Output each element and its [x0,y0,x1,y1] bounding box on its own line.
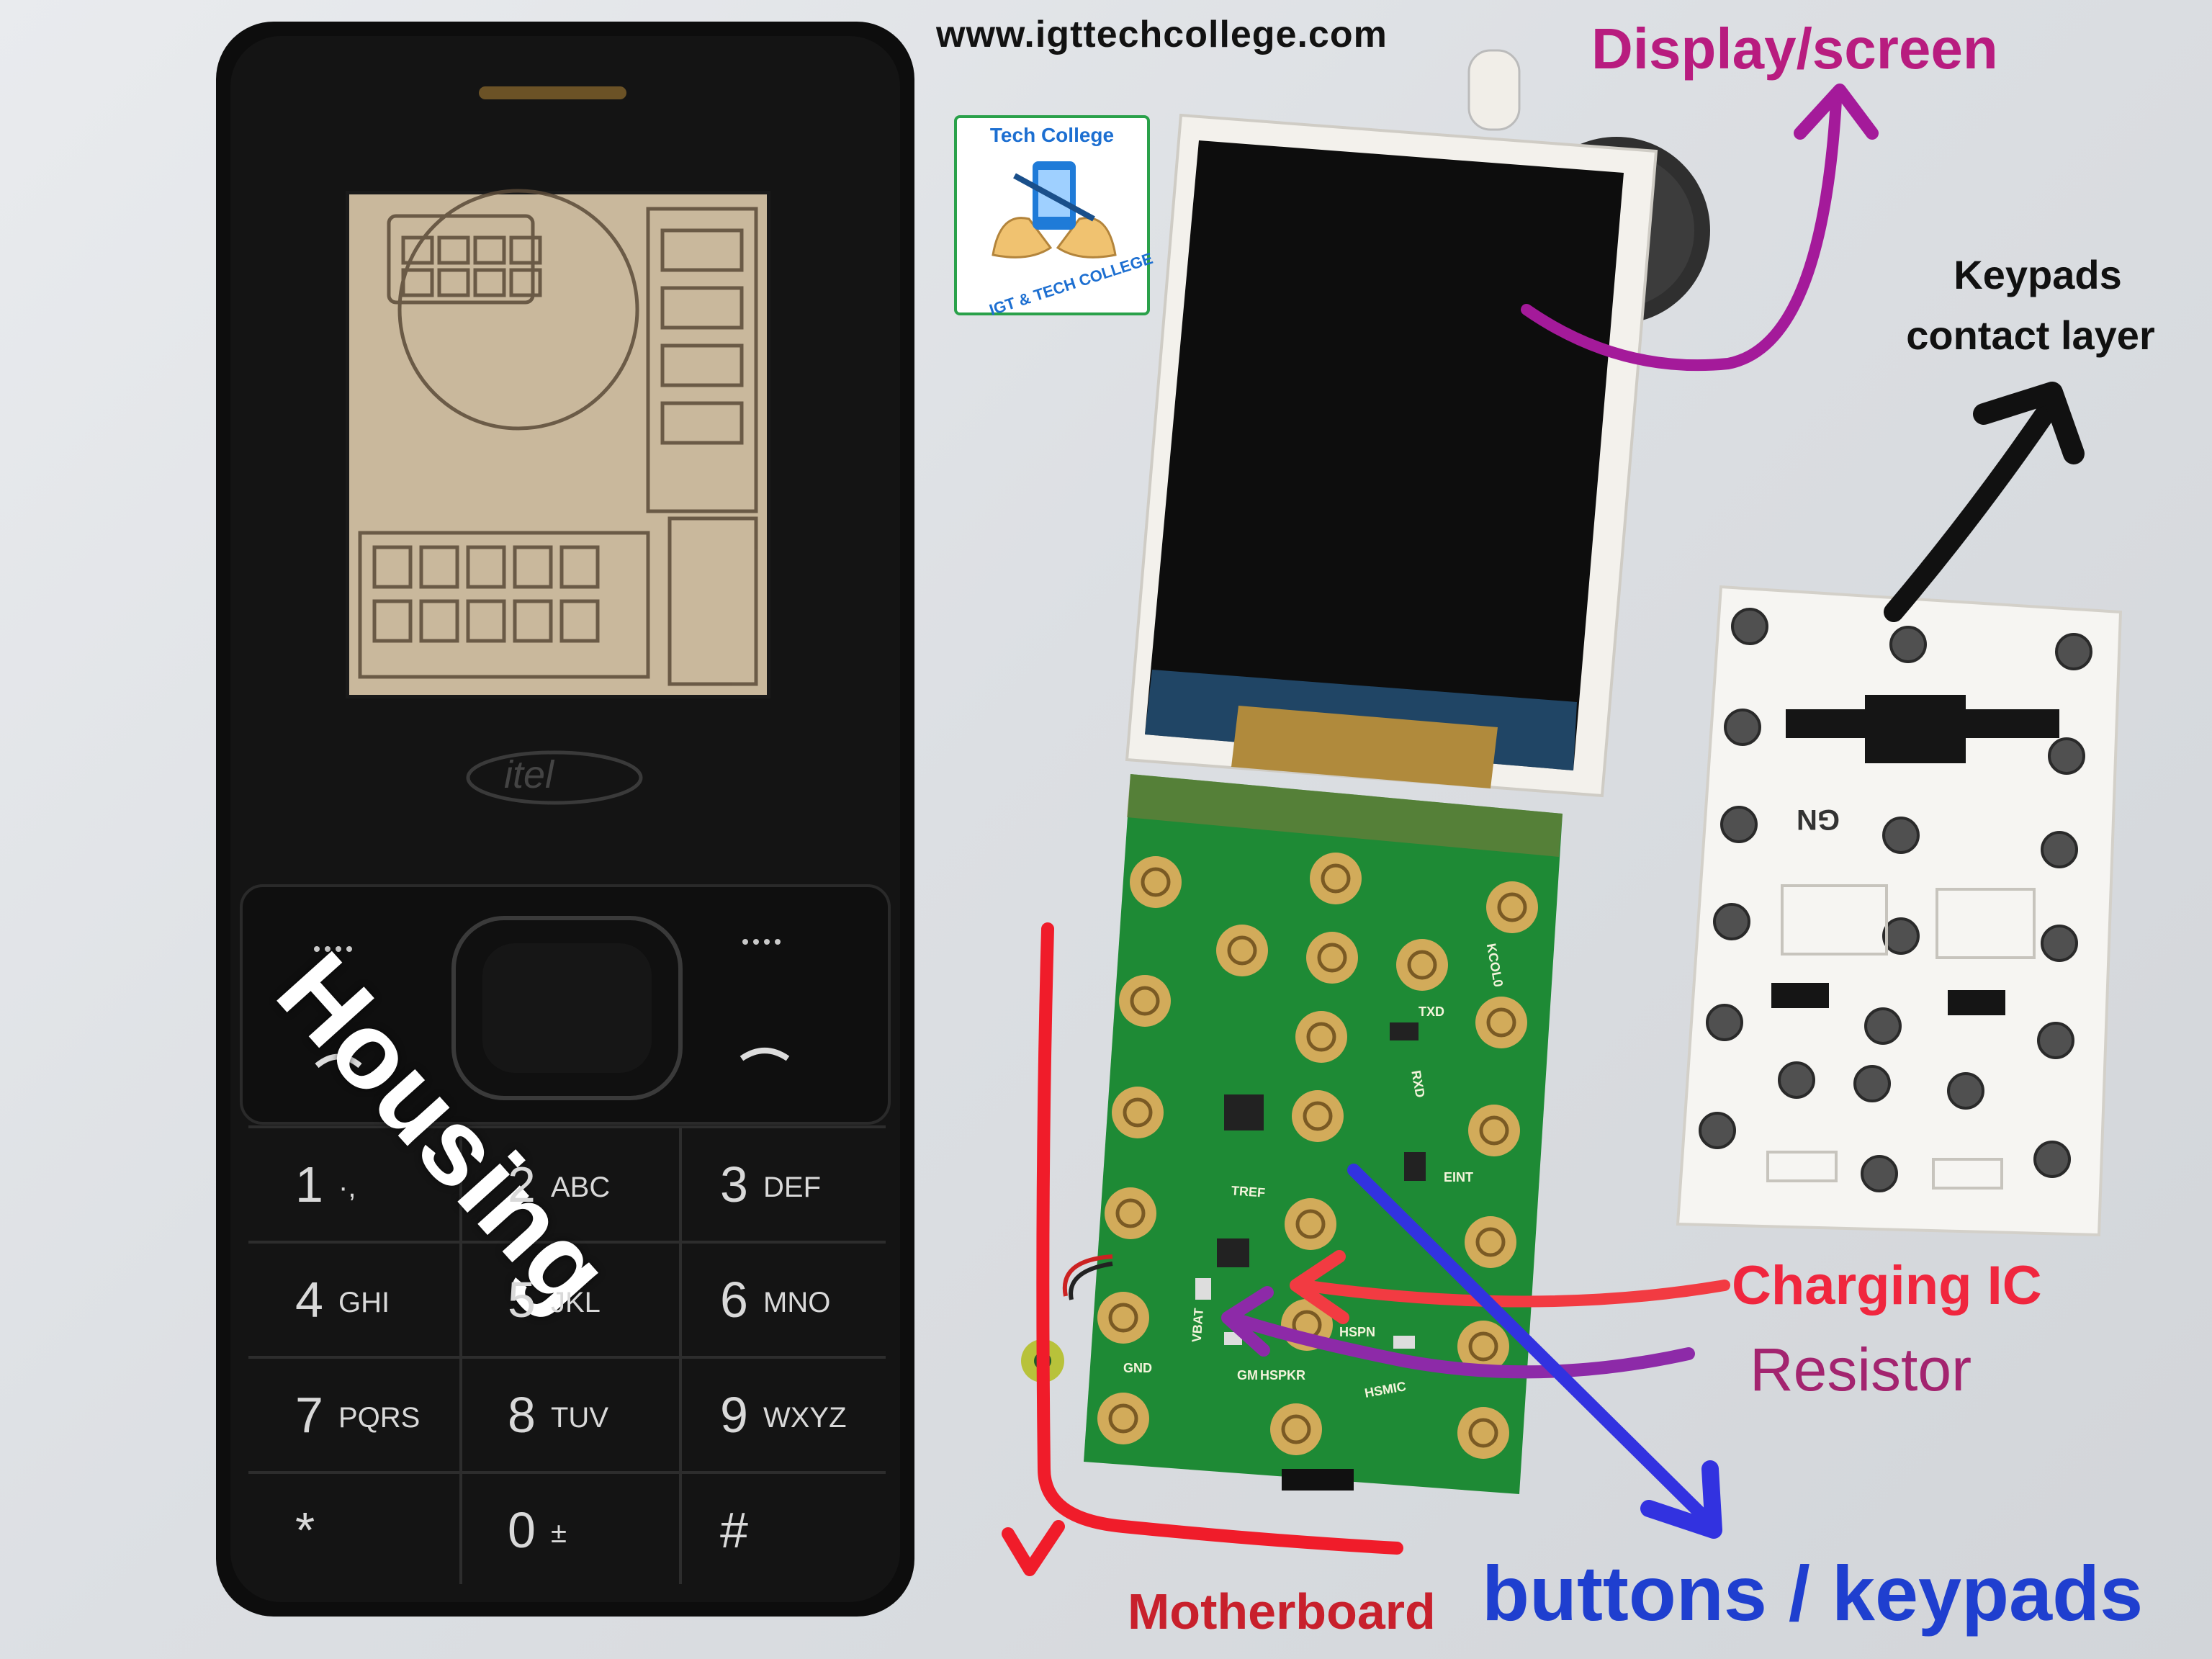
pcb-mark-tref: TREF [1231,1183,1266,1200]
keypad-contact-pad [1270,1403,1322,1455]
keypad-contact-pad [1105,1187,1156,1239]
key-4-number: 4 [295,1272,323,1328]
keypad-contact-pad [1130,856,1182,908]
display-label: Display/screen [1591,17,1998,81]
resistor-label: Resistor [1750,1336,1972,1403]
metal-dome [1706,1004,1743,1041]
keypad-contact-pad [1310,853,1362,904]
key-2-letters: ABC [551,1172,611,1203]
metal-dome [1947,1072,1984,1110]
website-url[interactable]: www.igttechcollege.com [936,13,1388,56]
metal-dome [1724,709,1761,746]
metal-dome [1864,1007,1902,1045]
key-8-letters: TUV [551,1402,608,1434]
metal-dome [2041,925,2078,962]
keypads-contact-label: Keypads contact layer [1887,245,2175,366]
pcb-mark-txd: TXD [1419,1004,1444,1019]
keypad-contact-pad [1292,1090,1344,1142]
keypad-contact-pad [1457,1407,1509,1459]
keypad-contact-pad [1285,1198,1336,1250]
key-3-number: 3 [720,1156,748,1213]
key-12-number: # [720,1502,748,1558]
hands-phone-icon [992,161,1117,258]
key-2-number: 2 [508,1156,536,1213]
pcb-mark-eint: EINT [1444,1170,1474,1184]
metal-dome [1853,1065,1891,1102]
key-6-letters: MNO [763,1287,831,1318]
metal-dome [2048,737,2085,775]
key-8-number: 8 [508,1387,536,1443]
metal-dome [2041,831,2078,868]
earpiece-slot [479,86,626,99]
keypads-label-line1: Keypads [1954,252,2122,297]
key-9-number: 9 [720,1387,748,1443]
motherboard-label: Motherboard [1128,1583,1436,1640]
key-7-letters: PQRS [338,1402,421,1434]
keypad-contact-pad [1306,932,1358,984]
key-5-number: 5 [508,1272,536,1328]
logo-title: Tech College [989,124,1115,146]
keypad-contact-pad [1112,1087,1164,1138]
metal-dome [1882,817,1920,854]
keypad-contact-pad [1465,1216,1516,1268]
metal-dome [2055,633,2092,670]
metal-dome [2033,1141,2071,1178]
keypads-label-line2: contact layer [1906,313,2155,358]
metal-dome [1778,1061,1815,1099]
metal-dome [1731,608,1768,645]
keypad-contact-pad [1468,1105,1520,1156]
keypad-contact-pad [1486,881,1538,933]
contact-layer-marking: GN [1797,804,1840,835]
metal-dome [1861,1155,1898,1192]
key-4-letters: GHI [338,1287,390,1318]
keypad-contact-pad [1475,997,1527,1048]
metal-dome [1882,917,1920,955]
keypad-contact-pad [1295,1011,1347,1063]
metal-dome [1713,903,1750,940]
metal-dome [1889,626,1927,663]
key-11-letters: ± [551,1517,567,1549]
phone-brand: itel [504,753,554,796]
pcb-mark-vbat: VBAT [1189,1307,1206,1343]
key-11-number: 0 [508,1502,536,1558]
key-3-letters: DEF [763,1172,821,1203]
college-logo: Tech College IGT & TECH COLLEGE [954,115,1155,319]
pcb-mark-gnd: GND [1123,1361,1152,1375]
charging-ic-label: Charging IC [1732,1255,2042,1316]
pcb-mark-hspn: HSPN [1339,1325,1376,1339]
keypad-contact-pad [1396,939,1448,991]
led [1467,49,1521,131]
pcb-mark-hspkr: HSPKR [1260,1368,1306,1382]
motherboard-pcb [1021,774,1563,1494]
phone-housing [216,22,914,1617]
key-9-letters: WXYZ [763,1402,847,1434]
metal-dome [1699,1112,1736,1149]
key-6-number: 6 [720,1272,748,1328]
key-5-letters: JKL [551,1287,601,1318]
key-1-number: 1 [295,1156,323,1213]
dpad-center [482,943,652,1073]
charging-port [1282,1469,1354,1491]
motherboard-arrow-head [1002,1520,1065,1576]
keypad-contact-pad [1119,975,1171,1027]
key-10-number: * [295,1502,315,1558]
display-module [1125,49,1710,798]
key-1-letters: ·, [338,1172,356,1203]
buttons-keypads-label: buttons / keypads [1482,1550,2144,1637]
keypad-contact-pad [1097,1292,1149,1344]
keypad-contact-pad [1216,925,1268,976]
keypad-contact-layer [1676,585,2123,1237]
metal-dome [2037,1022,2074,1059]
keypad-contact-pad [1097,1393,1149,1444]
pcb-mark-gm: GM [1237,1368,1258,1382]
metal-dome [1720,806,1758,843]
key-7-number: 7 [295,1387,323,1443]
keypad-layer-arrow [1884,404,2055,622]
